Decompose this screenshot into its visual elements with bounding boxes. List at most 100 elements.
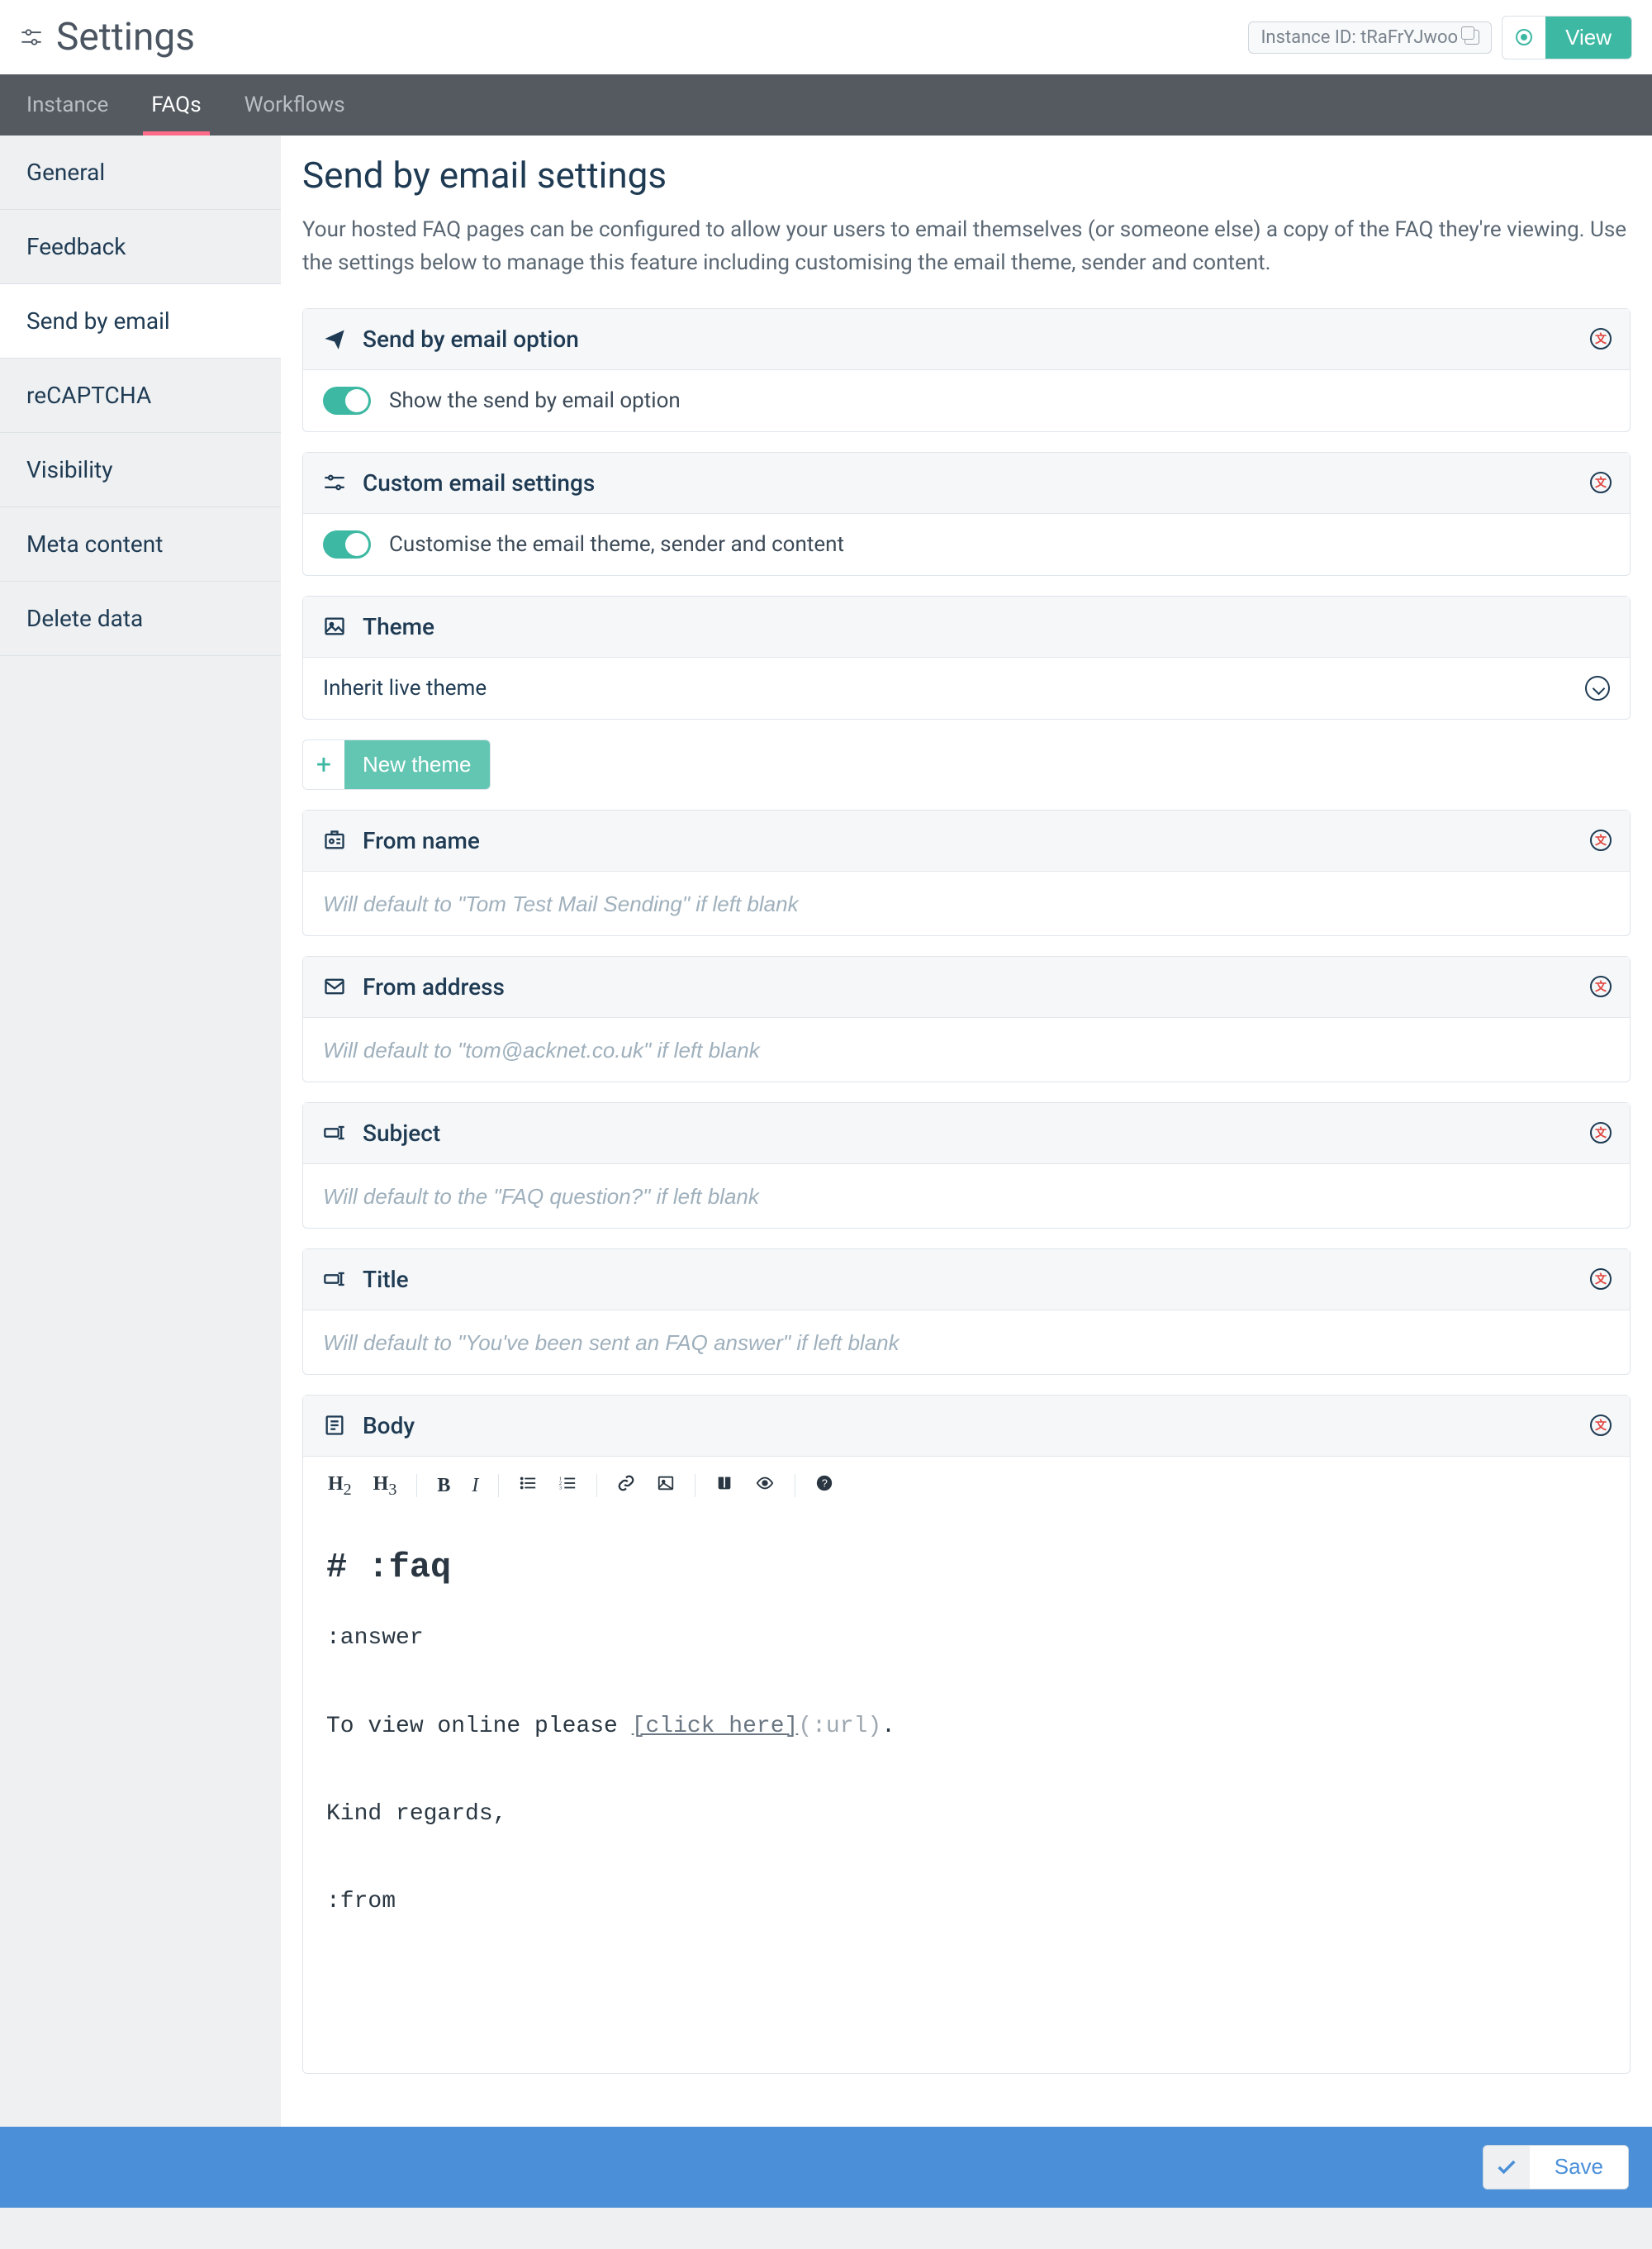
card-header-subject: Subject 文 bbox=[303, 1103, 1630, 1164]
toggle-custom[interactable] bbox=[323, 530, 371, 559]
copy-icon[interactable] bbox=[1464, 30, 1479, 45]
editor-line: :from bbox=[326, 1880, 1607, 1923]
card-title-subject: Subject bbox=[363, 1120, 440, 1147]
settings-icon bbox=[20, 26, 43, 49]
toolbar-sep bbox=[416, 1474, 417, 1497]
header-right: Instance ID: tRaFrYJwoo View bbox=[1248, 16, 1632, 59]
sliders-icon bbox=[323, 471, 346, 494]
card-title-from-address: From address bbox=[363, 973, 505, 1001]
input-body-title bbox=[303, 1310, 1630, 1374]
sidebar: General Feedback Send by email reCAPTCHA… bbox=[0, 136, 281, 2127]
lang-badge[interactable]: 文 bbox=[1590, 976, 1612, 997]
new-theme-button[interactable]: New theme bbox=[344, 740, 490, 789]
svg-text:?: ? bbox=[822, 1477, 828, 1490]
card-header-theme: Theme bbox=[303, 597, 1630, 658]
toolbar-image[interactable] bbox=[647, 1469, 685, 1503]
editor-line: :answer bbox=[326, 1616, 1607, 1660]
card-header-from-address: From address 文 bbox=[303, 957, 1630, 1018]
card-from-address: From address 文 bbox=[302, 956, 1631, 1082]
sidebar-item-general[interactable]: General bbox=[0, 136, 281, 210]
input-body-subject bbox=[303, 1164, 1630, 1228]
sidebar-item-send-by-email[interactable]: Send by email bbox=[0, 284, 281, 359]
editor-toolbar: H2 H3 B I 123 ? bbox=[303, 1456, 1630, 1516]
card-header-title-field: Title 文 bbox=[303, 1249, 1630, 1310]
sidebar-item-delete-data[interactable]: Delete data bbox=[0, 582, 281, 656]
lang-badge[interactable]: 文 bbox=[1590, 1268, 1612, 1290]
card-from-name: From name 文 bbox=[302, 810, 1631, 936]
main: Send by email settings Your hosted FAQ p… bbox=[281, 136, 1652, 2127]
top-nav: Instance FAQs Workflows bbox=[0, 74, 1652, 136]
save-button[interactable]: Save bbox=[1530, 2146, 1628, 2189]
toggle-label-custom: Customise the email theme, sender and co… bbox=[389, 532, 844, 557]
card-header-body: Body 文 bbox=[303, 1396, 1630, 1456]
sidebar-item-recaptcha[interactable]: reCAPTCHA bbox=[0, 359, 281, 433]
card-body-field: Body 文 H2 H3 B I 123 ? bbox=[302, 1395, 1631, 2074]
card-body-custom: Customise the email theme, sender and co… bbox=[303, 514, 1630, 575]
card-header-custom: Custom email settings 文 bbox=[303, 453, 1630, 514]
subject-input[interactable] bbox=[323, 1184, 1610, 1210]
view-button[interactable]: View bbox=[1545, 17, 1631, 59]
card-header-option: Send by email option 文 bbox=[303, 309, 1630, 370]
plus-icon: + bbox=[303, 740, 344, 789]
toggle-option[interactable] bbox=[323, 387, 371, 415]
text-field-icon bbox=[323, 1267, 346, 1291]
theme-select[interactable]: Inherit live theme bbox=[303, 658, 1630, 719]
toolbar-link[interactable] bbox=[607, 1469, 645, 1503]
toolbar-help[interactable]: ? bbox=[805, 1469, 843, 1503]
from-name-input[interactable] bbox=[323, 892, 1610, 917]
sidebar-item-meta-content[interactable]: Meta content bbox=[0, 507, 281, 582]
page-title-header: Settings bbox=[56, 15, 195, 59]
card-theme: Theme Inherit live theme bbox=[302, 596, 1631, 720]
lang-badge[interactable]: 文 bbox=[1590, 472, 1612, 493]
toolbar-preview[interactable] bbox=[745, 1469, 785, 1503]
instance-id-badge[interactable]: Instance ID: tRaFrYJwoo bbox=[1248, 21, 1492, 54]
editor-line-h1: # :faq bbox=[326, 1535, 1607, 1601]
content: General Feedback Send by email reCAPTCHA… bbox=[0, 136, 1652, 2127]
bottom-gap bbox=[0, 2208, 1652, 2249]
input-body-from-address bbox=[303, 1018, 1630, 1082]
toolbar-book[interactable] bbox=[705, 1469, 743, 1503]
app-header: Settings Instance ID: tRaFrYJwoo View bbox=[0, 0, 1652, 74]
card-title-from-name: From name bbox=[363, 827, 480, 854]
check-icon bbox=[1483, 2146, 1530, 2189]
image-icon bbox=[323, 615, 346, 638]
tab-faqs[interactable]: FAQs bbox=[130, 74, 222, 136]
svg-text:3: 3 bbox=[559, 1485, 562, 1491]
from-address-input[interactable] bbox=[323, 1038, 1610, 1063]
tab-workflows[interactable]: Workflows bbox=[223, 74, 367, 136]
card-option: Send by email option 文 Show the send by … bbox=[302, 308, 1631, 432]
card-custom: Custom email settings 文 Customise the em… bbox=[302, 452, 1631, 576]
card-subject: Subject 文 bbox=[302, 1102, 1631, 1229]
toggle-label-option: Show the send by email option bbox=[389, 388, 681, 413]
toolbar-ol[interactable]: 123 bbox=[548, 1469, 586, 1503]
tab-instance[interactable]: Instance bbox=[5, 74, 130, 136]
sidebar-item-feedback[interactable]: Feedback bbox=[0, 210, 281, 284]
header-left: Settings bbox=[20, 15, 195, 59]
card-header-from-name: From name 文 bbox=[303, 811, 1630, 872]
new-theme-group: + New theme bbox=[302, 739, 491, 790]
page-title: Send by email settings bbox=[302, 154, 1631, 197]
theme-value: Inherit live theme bbox=[323, 676, 487, 701]
lang-badge[interactable]: 文 bbox=[1590, 1122, 1612, 1144]
toolbar-h2[interactable]: H2 bbox=[318, 1468, 362, 1505]
lang-badge[interactable]: 文 bbox=[1590, 1415, 1612, 1436]
text-field-icon bbox=[323, 1121, 346, 1144]
footer: Save bbox=[0, 2127, 1652, 2208]
card-title-body: Body bbox=[363, 1412, 415, 1439]
view-eye-icon[interactable] bbox=[1502, 19, 1545, 55]
sidebar-item-visibility[interactable]: Visibility bbox=[0, 433, 281, 507]
badge-icon bbox=[323, 829, 346, 852]
input-body-from-name bbox=[303, 872, 1630, 935]
title-input[interactable] bbox=[323, 1330, 1610, 1356]
toolbar-bold[interactable]: B bbox=[427, 1470, 460, 1502]
card-body-option: Show the send by email option bbox=[303, 370, 1630, 431]
editor-line: Kind regards, bbox=[326, 1792, 1607, 1836]
lang-badge[interactable]: 文 bbox=[1590, 830, 1612, 851]
card-title-title-field: Title bbox=[363, 1266, 409, 1293]
toolbar-h3[interactable]: H3 bbox=[363, 1468, 407, 1505]
toolbar-italic[interactable]: I bbox=[462, 1470, 488, 1502]
card-title-custom: Custom email settings bbox=[363, 469, 595, 497]
toolbar-ul[interactable] bbox=[509, 1469, 547, 1503]
editor-textarea[interactable]: # :faq :answer To view online please [cl… bbox=[303, 1515, 1630, 2072]
lang-badge[interactable]: 文 bbox=[1590, 328, 1612, 349]
